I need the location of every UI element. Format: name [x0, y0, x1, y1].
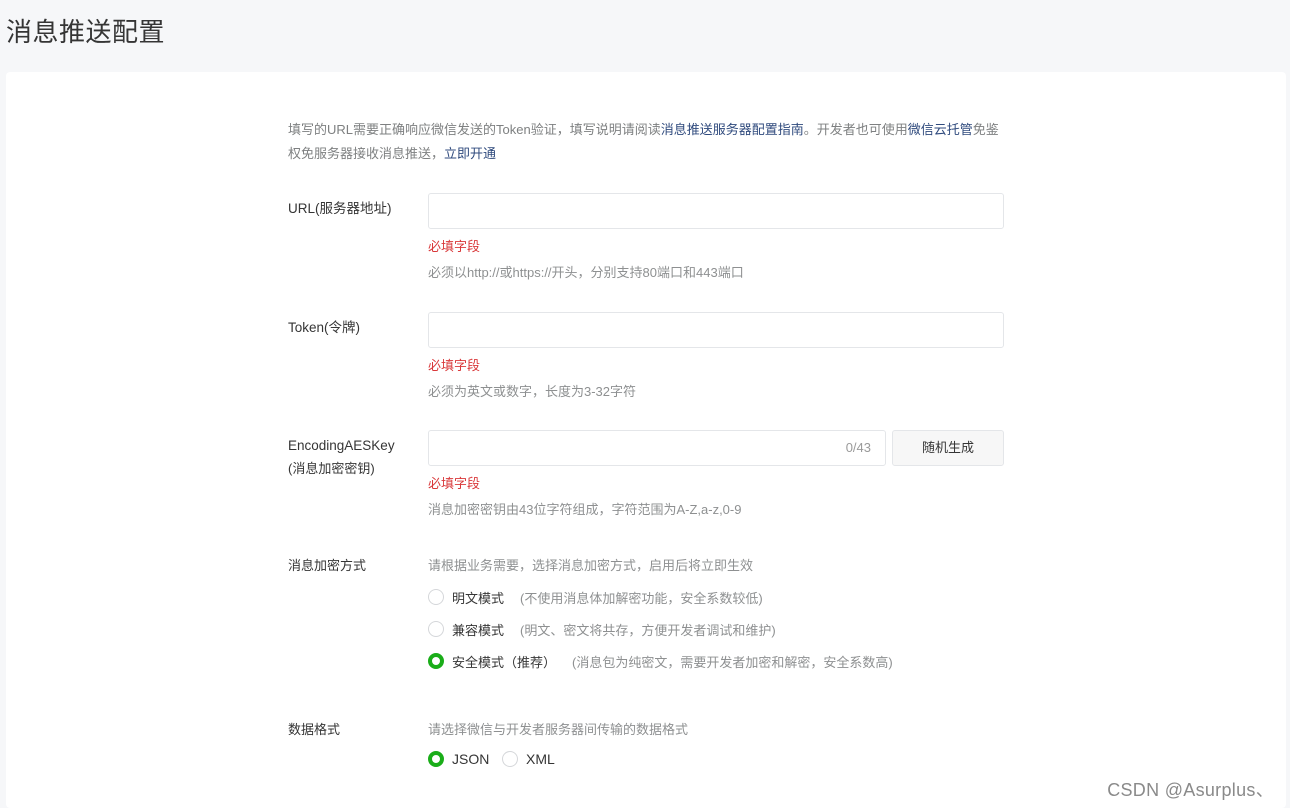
url-hint: 必须以http://或https://开头，分别支持80端口和443端口: [428, 265, 744, 280]
radio-button[interactable]: [428, 589, 444, 605]
csdn-watermark: CSDN @Asurplus、: [1107, 780, 1274, 800]
url-label: URL(服务器地址): [288, 201, 392, 216]
server-config-guide-link[interactable]: 消息推送服务器配置指南: [661, 122, 804, 137]
aeskey-label: EncodingAESKey: [288, 438, 395, 453]
token-error: 必填字段: [428, 358, 481, 373]
radio-label: 安全模式（推荐）: [452, 654, 557, 670]
radio-label: 明文模式: [452, 590, 505, 606]
radio-description: (消息包为纯密文，需要开发者加密和解密，安全系数高): [572, 654, 893, 670]
radio-button-selected[interactable]: [428, 751, 444, 767]
aeskey-hint: 消息加密密钥由43位字符组成，字符范围为A-Z,a-z,0-9: [428, 502, 742, 517]
aeskey-sublabel: (消息加密密钥): [288, 461, 375, 476]
radio-label: 兼容模式: [452, 622, 505, 638]
radio-compatible-mode[interactable]: 兼容模式 (明文、密文将共存，方便开发者调试和维护): [428, 619, 776, 639]
aeskey-error: 必填字段: [428, 476, 481, 491]
intro-text-part: 填写的URL需要正确响应微信发送的Token验证，填写说明请阅读: [288, 122, 661, 137]
radio-description: (明文、密文将共存，方便开发者调试和维护): [520, 622, 776, 638]
random-generate-button[interactable]: 随机生成: [892, 430, 1004, 466]
encryption-label: 消息加密方式: [288, 558, 367, 573]
data-format-hint: 请选择微信与开发者服务器间传输的数据格式: [428, 722, 689, 737]
activate-now-link[interactable]: 立即开通: [444, 146, 496, 161]
aeskey-input[interactable]: 0/43: [428, 430, 886, 466]
radio-description: (不使用消息体加解密功能，安全系数较低): [520, 590, 763, 606]
radio-button[interactable]: [428, 621, 444, 637]
config-card: 填写的URL需要正确响应微信发送的Token验证，填写说明请阅读消息推送服务器配…: [6, 72, 1286, 808]
intro-text: 填写的URL需要正确响应微信发送的Token验证，填写说明请阅读消息推送服务器配…: [288, 118, 1010, 166]
radio-label: JSON: [452, 751, 490, 767]
aeskey-char-counter: 0/43: [845, 440, 871, 455]
token-label: Token(令牌): [288, 320, 361, 335]
radio-plaintext-mode[interactable]: 明文模式 (不使用消息体加解密功能，安全系数较低): [428, 587, 763, 607]
radio-secure-mode[interactable]: 安全模式（推荐） (消息包为纯密文，需要开发者加密和解密，安全系数高): [428, 651, 893, 671]
data-format-label: 数据格式: [288, 722, 341, 737]
radio-button-selected[interactable]: [428, 653, 444, 669]
radio-json[interactable]: JSON: [428, 749, 489, 769]
wechat-cloud-hosting-link[interactable]: 微信云托管: [908, 122, 973, 137]
radio-button[interactable]: [502, 751, 518, 767]
url-input[interactable]: [428, 193, 1004, 229]
page-title: 消息推送配置: [6, 17, 166, 47]
intro-text-part: 。开发者也可使用: [803, 122, 908, 137]
token-input[interactable]: [428, 312, 1004, 348]
radio-label: XML: [526, 751, 555, 767]
encryption-hint: 请根据业务需要，选择消息加密方式，启用后将立即生效: [428, 558, 754, 573]
radio-xml[interactable]: XML: [502, 749, 555, 769]
token-hint: 必须为英文或数字，长度为3-32字符: [428, 384, 637, 399]
url-error: 必填字段: [428, 239, 481, 254]
